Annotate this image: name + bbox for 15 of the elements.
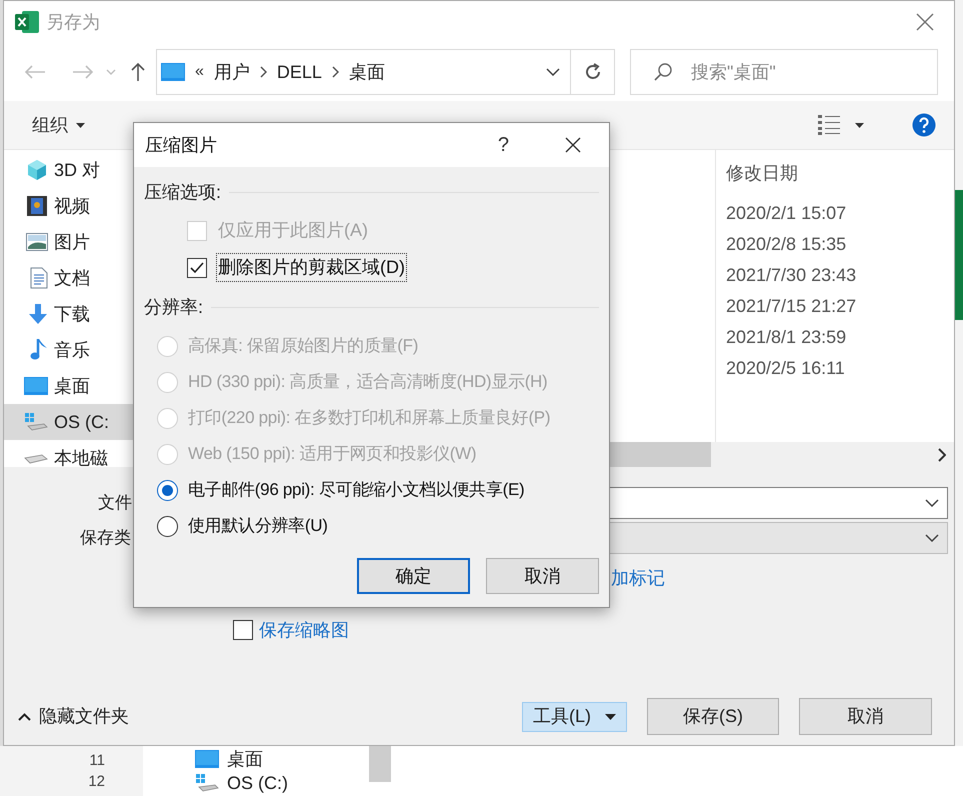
date-cell-text: 2021/7/30 23:43 <box>725 264 856 287</box>
row-number: 12 <box>88 772 105 792</box>
date-cell-text: 2021/7/15 21:27 <box>725 295 856 318</box>
file-type-label: 保存类 <box>80 527 132 550</box>
date-cell-text: 2021/8/1 23:59 <box>725 326 848 349</box>
dialog-title: 压缩图片 <box>145 134 217 156</box>
window-title: 另存为 <box>46 10 100 34</box>
date-cell-text: 2020/2/8 15:35 <box>725 233 848 256</box>
date-cell-text: 2020/2/1 15:07 <box>725 202 848 225</box>
filename-label: 文件 <box>98 492 133 514</box>
row-number: 11 <box>89 751 105 771</box>
section-heading: 压缩选项: <box>144 181 222 204</box>
date-cell-text: 2020/2/5 16:11 <box>725 357 846 380</box>
search-placeholder: 搜索"桌面" <box>691 60 776 84</box>
section-heading: 分辨率: <box>144 296 204 319</box>
